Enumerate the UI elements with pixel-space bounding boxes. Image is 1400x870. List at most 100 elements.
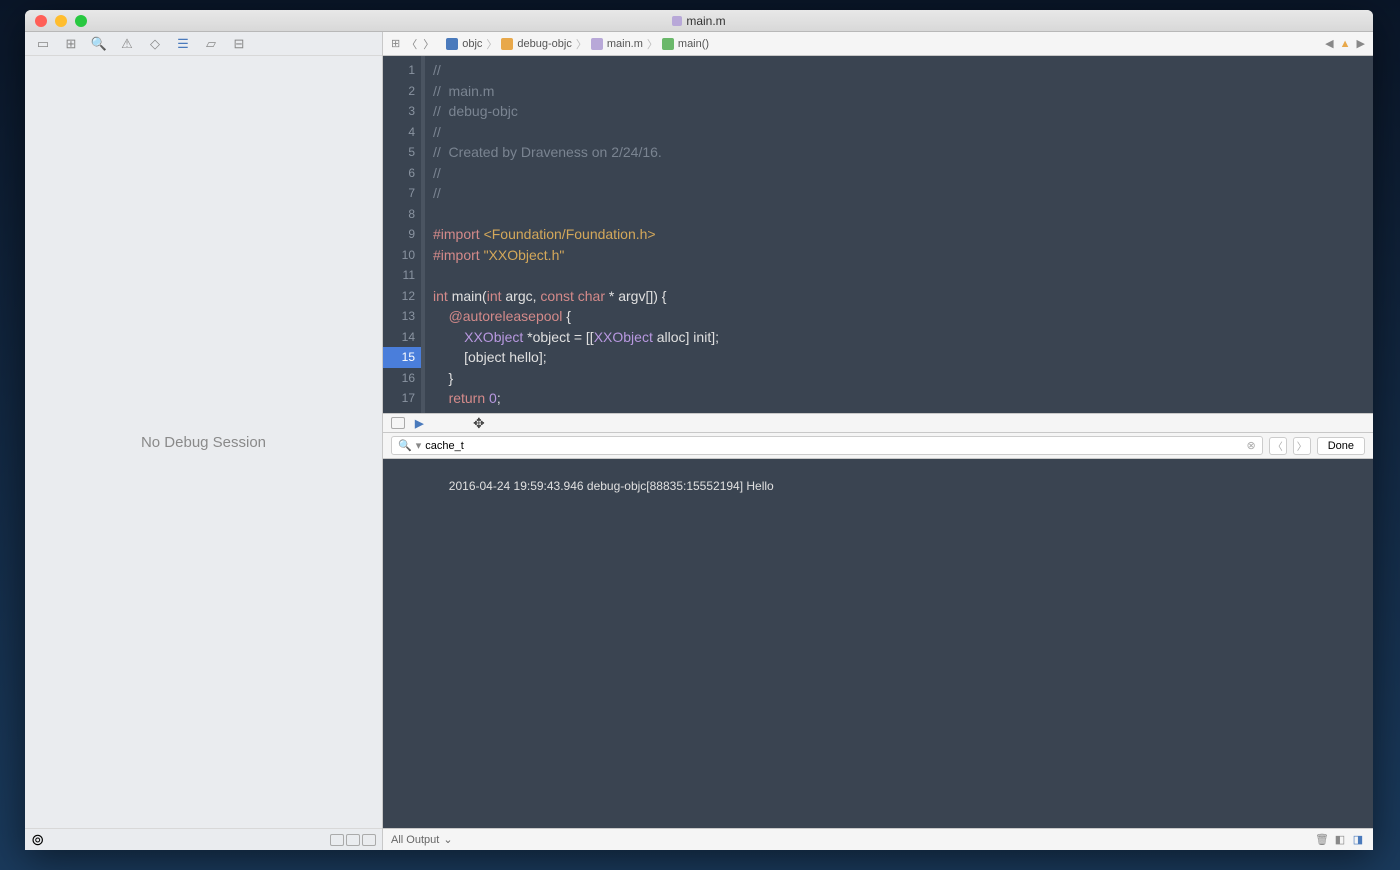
titlebar: main.m	[25, 10, 1373, 32]
warning-icon[interactable]: ▲	[1340, 38, 1351, 50]
code-line: #import <Foundation/Foundation.h>	[433, 224, 1365, 245]
console-find-bar: 🔍 ▾ ⊗ 〈 〉 Done	[383, 433, 1373, 459]
line-number[interactable]: 8	[383, 204, 421, 225]
jump-path: objc〉debug-objc〉main.m〉main()	[442, 36, 713, 52]
jump-segment[interactable]: debug-objc	[497, 38, 575, 50]
panel-toggle-3[interactable]	[362, 834, 376, 846]
back-icon[interactable]: 〈	[406, 36, 417, 52]
breakpoint-nav-icon[interactable]: ▱	[203, 36, 219, 52]
variables-toolbar: ▶ ✥	[383, 413, 1373, 433]
jump-right: ◀ ▲ ▶	[1325, 37, 1373, 50]
clear-search-icon[interactable]: ⊗	[1246, 439, 1255, 452]
toggle-debug-icon[interactable]	[391, 417, 405, 429]
navigator-tabs: ▭ ⊞ 🔍 ⚠ ◇ ☰ ▱ ⊟	[25, 32, 382, 56]
zoom-button[interactable]	[75, 15, 87, 27]
project-nav-icon[interactable]: ▭	[35, 36, 51, 52]
panel-toggle-2[interactable]	[346, 834, 360, 846]
breakpoint-toggle-icon[interactable]: ▶	[415, 417, 423, 430]
forward-icon[interactable]: 〉	[423, 36, 434, 52]
code-line: //	[433, 163, 1365, 184]
line-number[interactable]: 5	[383, 142, 421, 163]
issue-nav-icon[interactable]: ⚠	[119, 36, 135, 52]
test-nav-icon[interactable]: ◇	[147, 36, 163, 52]
code-line: // Created by Draveness on 2/24/16.	[433, 142, 1365, 163]
find-next-button[interactable]: 〉	[1293, 437, 1311, 455]
line-number[interactable]: 1	[383, 60, 421, 81]
code-editor[interactable]: 12345678910111213141516171819 //// main.…	[383, 56, 1373, 413]
code-line: //	[433, 183, 1365, 204]
line-number[interactable]: 6	[383, 163, 421, 184]
jump-label: main.m	[607, 38, 643, 50]
file-icon	[672, 16, 682, 26]
chevron-icon: 〉	[647, 36, 658, 52]
proj-icon	[446, 38, 458, 50]
code-area[interactable]: //// main.m// debug-objc//// Created by …	[425, 56, 1373, 413]
line-number[interactable]: 17	[383, 388, 421, 409]
sidebar-toggle	[330, 834, 376, 846]
navigator-sidebar: ▭ ⊞ 🔍 ⚠ ◇ ☰ ▱ ⊟ No Debug Session ⊚	[25, 32, 383, 850]
done-button[interactable]: Done	[1317, 437, 1365, 455]
panel-toggle-1[interactable]	[330, 834, 344, 846]
filter-icon[interactable]: ⊚	[31, 830, 44, 850]
debug-nav-icon[interactable]: ☰	[175, 36, 191, 52]
code-line	[433, 265, 1365, 286]
find-prev-button[interactable]: 〈	[1269, 437, 1287, 455]
code-line	[433, 204, 1365, 225]
code-line: #import "XXObject.h"	[433, 245, 1365, 266]
code-line: int main(int argc, const char * argv[]) …	[433, 286, 1365, 307]
code-line: }	[433, 368, 1365, 389]
chevron-icon: 〉	[576, 36, 587, 52]
jump-label: main()	[678, 38, 709, 50]
line-number[interactable]: 3	[383, 101, 421, 122]
search-input[interactable]	[425, 440, 1242, 452]
title-text: main.m	[686, 14, 725, 28]
jump-bar: ⊞ 〈 〉 objc〉debug-objc〉main.m〉main() ◀ ▲ …	[383, 32, 1373, 56]
window-body: ▭ ⊞ 🔍 ⚠ ◇ ☰ ▱ ⊟ No Debug Session ⊚	[25, 32, 1373, 850]
line-number[interactable]: 7	[383, 183, 421, 204]
console-footer: All Output ⌄ 🗑 ◧ ◨	[383, 828, 1373, 850]
code-line: [object hello];	[433, 347, 1365, 368]
code-line: //	[433, 60, 1365, 81]
fn-icon	[662, 38, 674, 50]
close-button[interactable]	[35, 15, 47, 27]
line-number[interactable]: 15	[383, 347, 421, 368]
code-line: // debug-objc	[433, 101, 1365, 122]
line-number[interactable]: 4	[383, 122, 421, 143]
resize-cursor-icon: ✥	[473, 415, 485, 432]
panel-left-icon[interactable]: ◧	[1333, 833, 1347, 847]
traffic-lights	[25, 15, 87, 27]
console-output[interactable]: 2016-04-24 19:59:43.946 debug-objc[88835…	[383, 459, 1373, 828]
code-line: XXObject *object = [[XXObject alloc] ini…	[433, 327, 1365, 348]
chevron-icon: 〉	[486, 36, 497, 52]
line-number[interactable]: 12	[383, 286, 421, 307]
output-filter[interactable]: All Output	[391, 834, 439, 846]
next-issue-icon[interactable]: ▶	[1357, 37, 1365, 50]
minimize-button[interactable]	[55, 15, 67, 27]
search-icon: 🔍	[398, 439, 412, 452]
line-number[interactable]: 9	[383, 224, 421, 245]
debug-nav-empty: No Debug Session	[25, 56, 382, 828]
line-number[interactable]: 14	[383, 327, 421, 348]
find-field[interactable]: 🔍 ▾ ⊗	[391, 436, 1263, 455]
code-line: //	[433, 122, 1365, 143]
panel-right-icon[interactable]: ◨	[1351, 833, 1365, 847]
line-number[interactable]: 2	[383, 81, 421, 102]
code-line: // main.m	[433, 81, 1365, 102]
code-line: return 0;	[433, 388, 1365, 409]
jump-segment[interactable]: main.m	[587, 38, 647, 50]
jump-segment[interactable]: main()	[658, 38, 713, 50]
jump-segment[interactable]: objc	[442, 38, 486, 50]
line-number[interactable]: 11	[383, 265, 421, 286]
prev-issue-icon[interactable]: ◀	[1325, 37, 1333, 50]
sidebar-footer: ⊚	[25, 828, 382, 850]
line-number[interactable]: 16	[383, 368, 421, 389]
related-items-icon[interactable]: ⊞	[391, 37, 400, 50]
symbol-nav-icon[interactable]: ⊞	[63, 36, 79, 52]
filter-chevron-icon[interactable]: ⌄	[443, 833, 452, 846]
report-nav-icon[interactable]: ⊟	[231, 36, 247, 52]
trash-icon[interactable]: 🗑	[1315, 833, 1329, 847]
line-number[interactable]: 13	[383, 306, 421, 327]
editor-pane: ⊞ 〈 〉 objc〉debug-objc〉main.m〉main() ◀ ▲ …	[383, 32, 1373, 850]
line-number[interactable]: 10	[383, 245, 421, 266]
find-nav-icon[interactable]: 🔍	[91, 36, 107, 52]
